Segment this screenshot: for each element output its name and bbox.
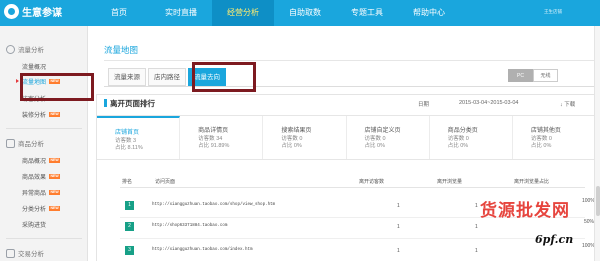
tab-traffic-source[interactable]: 流量来源 <box>108 68 146 86</box>
header-exit-views: 离开浏览量 <box>437 179 463 185</box>
page-url-link[interactable]: http://xiangguzhuan.taobao.com/index.htm <box>152 248 253 252</box>
new-badge: NEW <box>49 174 61 179</box>
panel-title: 离开页面排行 <box>110 99 155 108</box>
new-badge: NEW <box>49 158 61 163</box>
exit-views: 1 <box>475 224 478 230</box>
table-row: 3 http://xiangguzhuan.taobao.com/index.h… <box>97 243 595 258</box>
exit-share: 100% <box>582 243 595 249</box>
page-url-link[interactable]: http://xiangguzhuan.taobao.com/shop/view… <box>152 203 275 207</box>
sidebar-item-purchasing[interactable]: 采购进货 <box>22 220 46 229</box>
date-range-picker[interactable]: 2015-03-04~2015-03-04 <box>459 100 518 106</box>
device-pc-button[interactable]: PC <box>508 69 533 82</box>
logo-icon <box>4 4 19 19</box>
exit-share: 100% <box>582 198 595 204</box>
page-type-metrics: 店铺首页 访客数 3 占比 8.11% 商品详情页 访客数 34 占比 91.8… <box>97 116 595 160</box>
date-label: 日期 <box>418 102 430 108</box>
box-icon <box>6 138 15 148</box>
table-header: 排名 访问页面 离开访客数 离开浏览量 离开浏览量占比 <box>97 176 595 186</box>
rank-badge: 3 <box>125 246 134 255</box>
watermark-text: 货源批发网 <box>480 201 570 221</box>
sidebar-item-decoration-analysis[interactable]: 装修分析 NEW <box>22 110 61 119</box>
page-title: 流量地图 <box>104 45 139 55</box>
header-page: 访问页面 <box>155 179 176 185</box>
rank-badge: 1 <box>125 201 134 210</box>
metric-store-home[interactable]: 店铺首页 访客数 3 占比 8.11% <box>97 116 181 159</box>
header-exit-share: 离开浏览量占比 <box>514 179 550 185</box>
sidebar-section-transaction[interactable]: 交易分析 <box>6 248 44 258</box>
page-url-link[interactable]: http://shop63371884.taobao.com <box>152 224 227 228</box>
app-name: 生意参谋 <box>22 8 62 19</box>
metric-product-detail[interactable]: 商品详情页 访客数 34 占比 91.89% <box>180 116 264 159</box>
page-scrollbar[interactable] <box>594 26 600 261</box>
main-nav: 首页 实时直播 经营分析 自助取数 专题工具 帮助中心 <box>88 0 460 26</box>
sidebar-section-traffic[interactable]: 流量分析 <box>6 44 44 54</box>
user-name[interactable]: 王生店铺 <box>544 9 562 15</box>
sidebar-item-traffic-overview[interactable]: 流量概况 <box>22 62 46 71</box>
metric-other-page[interactable]: 店铺其他页 访客数 0 占比 0% <box>513 116 595 159</box>
tab-divider <box>104 86 594 87</box>
transaction-icon <box>6 248 15 258</box>
nav-self-service-data[interactable]: 自助取数 <box>274 0 336 26</box>
eye-icon <box>6 44 15 54</box>
row-divider <box>120 238 585 239</box>
metric-search-results[interactable]: 搜索结果页 访客数 0 占比 0% <box>263 116 347 159</box>
scrollbar-thumb[interactable] <box>596 186 600 216</box>
watermark-site: 6pf.cn <box>535 233 574 246</box>
sidebar: 流量分析 流量概况 流量地图 NEW 访客分析 装修分析 NEW 商品分析 商品… <box>0 26 88 261</box>
new-badge: NEW <box>49 206 61 211</box>
exit-visitors: 1 <box>397 203 400 209</box>
title-divider <box>104 60 594 61</box>
nav-help-center[interactable]: 帮助中心 <box>398 0 460 26</box>
nav-business-analysis[interactable]: 经营分析 <box>212 0 274 26</box>
new-badge: NEW <box>49 190 61 195</box>
sidebar-item-category-analysis[interactable]: 分类分析 NEW <box>22 204 61 213</box>
active-arrow-icon <box>16 79 19 83</box>
exit-visitors: 1 <box>397 248 400 254</box>
nav-special-tools[interactable]: 专题工具 <box>336 0 398 26</box>
table-row: 2 http://shop63371884.taobao.com 1 1 50% <box>97 219 595 234</box>
exit-views: 1 <box>475 203 478 209</box>
exit-share: 50% <box>584 219 595 225</box>
exit-visitors: 1 <box>397 224 400 230</box>
header-rank: 排名 <box>122 179 133 185</box>
new-badge: NEW <box>49 112 61 117</box>
metric-custom-page[interactable]: 店铺自定义页 访客数 0 占比 0% <box>347 116 430 159</box>
sidebar-divider <box>6 128 82 129</box>
device-toggle: PC 无线 <box>508 69 558 82</box>
rank-badge: 2 <box>125 222 134 231</box>
top-navigation-bar: 生意参谋 首页 实时直播 经营分析 自助取数 专题工具 帮助中心 王生店铺 <box>0 0 600 26</box>
panel-title-marker <box>104 99 107 107</box>
highlight-box-traffic-destination <box>192 62 256 92</box>
sidebar-section-product[interactable]: 商品分析 <box>6 138 44 148</box>
nav-home[interactable]: 首页 <box>88 0 150 26</box>
app-logo[interactable]: 生意参谋 <box>4 4 62 19</box>
highlight-box-traffic-map <box>20 73 94 101</box>
sidebar-divider <box>6 238 82 239</box>
table-header-divider <box>120 187 585 188</box>
sidebar-item-abnormal-product[interactable]: 异常商品 NEW <box>22 188 61 197</box>
tab-in-store-path[interactable]: 店内路径 <box>148 68 186 86</box>
metric-category-page[interactable]: 商品分类页 访客数 0 占比 0% <box>430 116 513 159</box>
exit-views: 1 <box>475 248 478 254</box>
sidebar-item-product-overview[interactable]: 商品概况 NEW <box>22 156 61 165</box>
download-button[interactable]: ↓ 下载 <box>560 100 575 108</box>
nav-live[interactable]: 实时直播 <box>150 0 212 26</box>
header-exit-visitors: 离开访客数 <box>359 179 385 185</box>
sidebar-item-product-effect[interactable]: 商品效果 NEW <box>22 172 61 181</box>
device-wireless-button[interactable]: 无线 <box>533 69 558 82</box>
